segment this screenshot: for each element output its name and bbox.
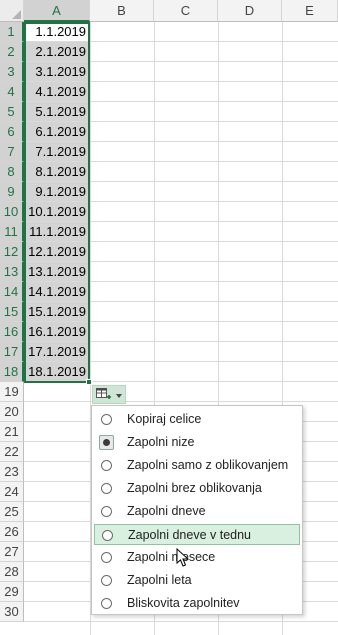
menu-item-zapolni-brez-oblikovanja[interactable]: Zapolni brez oblikovanja bbox=[94, 478, 300, 499]
radio-icon[interactable] bbox=[101, 575, 112, 586]
row-header-14[interactable]: 14 bbox=[0, 282, 24, 302]
row-header-24[interactable]: 24 bbox=[0, 482, 24, 502]
row-header-27[interactable]: 27 bbox=[0, 542, 24, 562]
menu-item-kopiraj-celice[interactable]: Kopiraj celice bbox=[94, 409, 300, 430]
row-header-5[interactable]: 5 bbox=[0, 102, 24, 122]
row-header-30[interactable]: 30 bbox=[0, 602, 24, 622]
row-header-12[interactable]: 12 bbox=[0, 242, 24, 262]
row-header-8[interactable]: 8 bbox=[0, 162, 24, 182]
row-header-7[interactable]: 7 bbox=[0, 142, 24, 162]
row-header-2[interactable]: 2 bbox=[0, 42, 24, 62]
mouse-pointer-icon bbox=[176, 548, 190, 567]
radio-icon[interactable] bbox=[101, 483, 112, 494]
row-header-16[interactable]: 16 bbox=[0, 322, 24, 342]
menu-item-label: Kopiraj celice bbox=[127, 412, 202, 426]
menu-item-zapolni-nize[interactable]: Zapolni nize bbox=[94, 432, 300, 453]
spreadsheet-grid: A B C D E 1 2 3 4 5 6 7 8 9 10 11 12 13 14 15 16 17 18 19 2… bbox=[0, 0, 338, 635]
radio-icon[interactable] bbox=[101, 460, 112, 471]
selection-range bbox=[24, 22, 90, 383]
menu-item-label: Zapolni leta bbox=[127, 573, 192, 587]
column-header-c[interactable]: C bbox=[154, 0, 218, 22]
row-header-1[interactable]: 1 bbox=[0, 22, 24, 42]
column-header-b[interactable]: B bbox=[90, 0, 154, 22]
column-header-e[interactable]: E bbox=[282, 0, 338, 22]
row-header-6[interactable]: 6 bbox=[0, 122, 24, 142]
auto-fill-options-menu: Kopiraj celice Zapolni nize Zapolni samo z… bbox=[91, 405, 303, 615]
menu-item-zapolni-mesece[interactable]: Zapolni mesece bbox=[94, 547, 300, 568]
column-header-a[interactable]: A bbox=[24, 0, 90, 22]
row-header-25[interactable]: 25 bbox=[0, 502, 24, 522]
auto-fill-options-button[interactable] bbox=[92, 385, 126, 404]
row-header-3[interactable]: 3 bbox=[0, 62, 24, 82]
row-header-23[interactable]: 23 bbox=[0, 462, 24, 482]
row-header-20[interactable]: 20 bbox=[0, 402, 24, 422]
row-header-13[interactable]: 13 bbox=[0, 262, 24, 282]
menu-item-label: Bliskovita zapolnitev bbox=[127, 596, 240, 610]
row-header-21[interactable]: 21 bbox=[0, 422, 24, 442]
menu-item-zapolni-dneve-v-tednu[interactable]: Zapolni dneve v tednu bbox=[94, 524, 300, 545]
row-header-4[interactable]: 4 bbox=[0, 82, 24, 102]
row-header-18[interactable]: 18 bbox=[0, 362, 24, 382]
select-all-corner[interactable] bbox=[0, 0, 24, 22]
menu-item-zapolni-dneve[interactable]: Zapolni dneve bbox=[94, 501, 300, 522]
menu-item-label: Zapolni brez oblikovanja bbox=[127, 481, 262, 495]
row-header-10[interactable]: 10 bbox=[0, 202, 24, 222]
radio-icon[interactable] bbox=[101, 506, 112, 517]
radio-icon[interactable] bbox=[101, 598, 112, 609]
radio-icon[interactable] bbox=[102, 530, 113, 541]
chevron-down-icon bbox=[116, 394, 122, 398]
menu-item-label: Zapolni samo z oblikovanjem bbox=[127, 458, 289, 472]
row-header-22[interactable]: 22 bbox=[0, 442, 24, 462]
menu-item-zapolni-samo-z-oblikovanjem[interactable]: Zapolni samo z oblikovanjem bbox=[94, 455, 300, 476]
grid-line bbox=[24, 401, 338, 402]
row-header-26[interactable]: 26 bbox=[0, 522, 24, 542]
radio-checked-icon[interactable] bbox=[99, 435, 114, 450]
menu-item-zapolni-leta[interactable]: Zapolni leta bbox=[94, 570, 300, 591]
menu-item-bliskovita-zapolnitev[interactable]: Bliskovita zapolnitev bbox=[94, 593, 300, 614]
menu-item-label: Zapolni dneve v tednu bbox=[128, 528, 252, 542]
row-header-17[interactable]: 17 bbox=[0, 342, 24, 362]
row-header-15[interactable]: 15 bbox=[0, 302, 24, 322]
grid-line bbox=[24, 621, 338, 622]
column-header-d[interactable]: D bbox=[218, 0, 282, 22]
row-header-28[interactable]: 28 bbox=[0, 562, 24, 582]
radio-icon[interactable] bbox=[101, 414, 112, 425]
auto-fill-options-icon bbox=[96, 388, 111, 399]
row-header-19[interactable]: 19 bbox=[0, 382, 24, 402]
radio-icon[interactable] bbox=[101, 552, 112, 563]
menu-item-label: Zapolni nize bbox=[127, 435, 195, 449]
row-header-9[interactable]: 9 bbox=[0, 182, 24, 202]
menu-item-label: Zapolni mesece bbox=[127, 550, 216, 564]
menu-item-label: Zapolni dneve bbox=[127, 504, 206, 518]
row-header-29[interactable]: 29 bbox=[0, 582, 24, 602]
row-header-11[interactable]: 11 bbox=[0, 222, 24, 242]
